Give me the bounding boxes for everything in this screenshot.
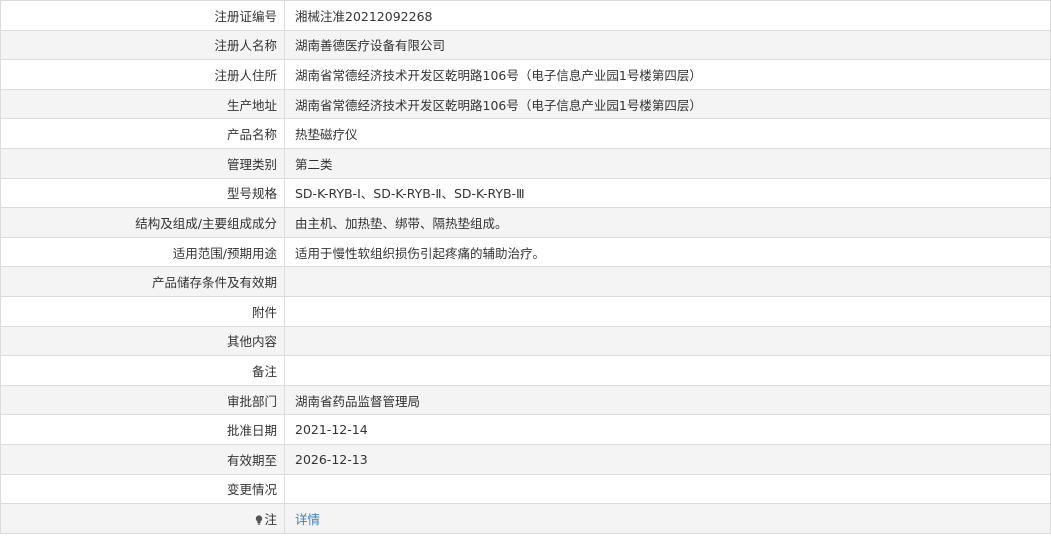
- table-row: 产品名称 热垫磁疗仪: [0, 118, 1051, 149]
- table-row: 结构及组成/主要组成成分 由主机、加热垫、绑带、隔热垫组成。: [0, 207, 1051, 238]
- table-row: 注册人名称 湖南善德医疗设备有限公司: [0, 29, 1051, 61]
- row-value: SD-K-RYB-Ⅰ、SD-K-RYB-Ⅱ、SD-K-RYB-Ⅲ: [284, 177, 1051, 209]
- row-value: 湖南省常德经济技术开发区乾明路106号（电子信息产业园1号楼第四层）: [284, 88, 1051, 120]
- table-row: 型号规格 SD-K-RYB-Ⅰ、SD-K-RYB-Ⅱ、SD-K-RYB-Ⅲ: [0, 177, 1051, 209]
- table-row: 附件: [0, 295, 1051, 327]
- note-label: 注: [264, 511, 277, 527]
- row-value: 湖南省药品监督管理局: [284, 384, 1051, 416]
- table-row: 审批部门 湖南省药品监督管理局: [0, 384, 1051, 416]
- row-label: 有效期至: [0, 443, 285, 475]
- row-label: 型号规格: [0, 177, 285, 209]
- row-label: 适用范围/预期用途: [0, 236, 285, 268]
- table-row: 生产地址 湖南省常德经济技术开发区乾明路106号（电子信息产业园1号楼第四层）: [0, 88, 1051, 120]
- note-value-cell: 详情: [284, 503, 1051, 534]
- row-value: [284, 325, 1051, 357]
- note-row: 注 详情: [0, 503, 1051, 534]
- table-row: 管理类别 第二类: [0, 147, 1051, 179]
- row-label: 审批部门: [0, 384, 285, 416]
- row-value: 湖南善德医疗设备有限公司: [284, 29, 1051, 61]
- row-value: 2021-12-14: [284, 414, 1051, 445]
- row-label: 产品储存条件及有效期: [0, 266, 285, 297]
- row-label: 附件: [0, 295, 285, 327]
- row-value: 适用于慢性软组织损伤引起疼痛的辅助治疗。: [284, 236, 1051, 268]
- row-label: 生产地址: [0, 88, 285, 120]
- row-label: 注册人名称: [0, 29, 285, 61]
- table-row: 注册人住所 湖南省常德经济技术开发区乾明路106号（电子信息产业园1号楼第四层）: [0, 59, 1051, 90]
- row-value: [284, 295, 1051, 327]
- row-value: 由主机、加热垫、绑带、隔热垫组成。: [284, 207, 1051, 238]
- row-value: [284, 355, 1051, 386]
- note-label-cell: 注: [0, 503, 285, 534]
- table-row: 注册证编号 湘械注准20212092268: [0, 0, 1051, 31]
- row-label: 其他内容: [0, 325, 285, 357]
- table-row: 变更情况: [0, 473, 1051, 505]
- row-value: [284, 473, 1051, 505]
- row-value: 2026-12-13: [284, 443, 1051, 475]
- row-label: 变更情况: [0, 473, 285, 505]
- row-label: 备注: [0, 355, 285, 386]
- table-row: 批准日期 2021-12-14: [0, 414, 1051, 445]
- row-label: 结构及组成/主要组成成分: [0, 207, 285, 238]
- table-row: 适用范围/预期用途 适用于慢性软组织损伤引起疼痛的辅助治疗。: [0, 236, 1051, 268]
- row-label: 管理类别: [0, 147, 285, 179]
- row-value: 第二类: [284, 147, 1051, 179]
- table-row: 产品储存条件及有效期: [0, 266, 1051, 297]
- row-label: 产品名称: [0, 118, 285, 149]
- row-label: 批准日期: [0, 414, 285, 445]
- row-value: [284, 266, 1051, 297]
- table-row: 其他内容: [0, 325, 1051, 357]
- row-value: 湘械注准20212092268: [284, 0, 1051, 31]
- table-row: 有效期至 2026-12-13: [0, 443, 1051, 475]
- details-link[interactable]: 详情: [295, 512, 320, 527]
- row-value: 湖南省常德经济技术开发区乾明路106号（电子信息产业园1号楼第四层）: [284, 59, 1051, 90]
- lightbulb-icon: [256, 515, 263, 525]
- table-row: 备注: [0, 355, 1051, 386]
- row-label: 注册证编号: [0, 0, 285, 31]
- row-label: 注册人住所: [0, 59, 285, 90]
- row-value: 热垫磁疗仪: [284, 118, 1051, 149]
- registration-detail-table: 注册证编号 湘械注准20212092268 注册人名称 湖南善德医疗设备有限公司 注…: [0, 0, 1051, 534]
